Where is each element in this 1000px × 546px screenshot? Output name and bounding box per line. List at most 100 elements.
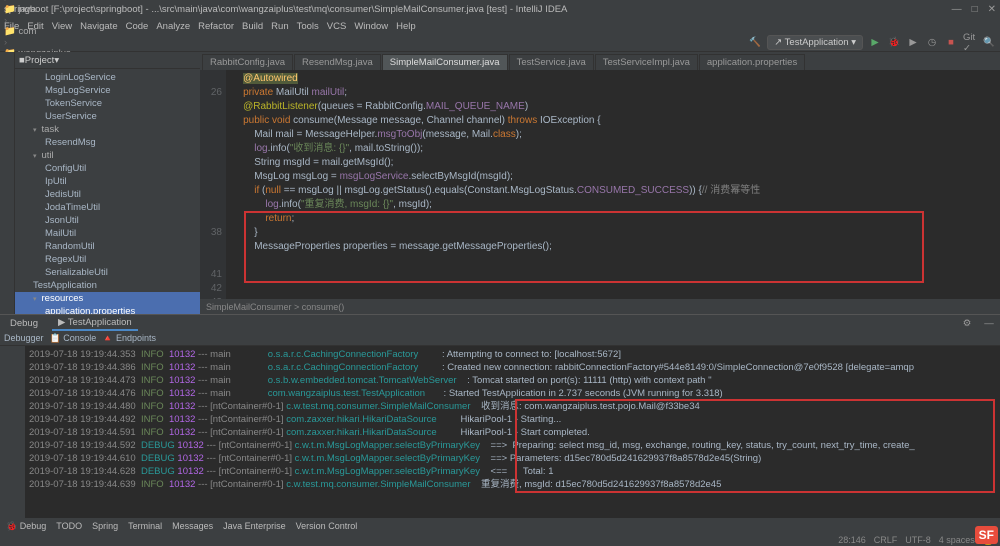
caret-position[interactable]: 28:146 (838, 535, 866, 546)
editor-tab[interactable]: ResendMsg.java (294, 54, 381, 70)
console[interactable]: 2019-07-18 19:19:44.353 INFO 10132 --- m… (0, 346, 1000, 529)
settings-icon[interactable]: ⚙ (960, 316, 974, 330)
code-line[interactable]: @Autowired (232, 72, 1000, 86)
tree-node[interactable]: RegexUtil (15, 253, 200, 266)
editor-tab[interactable]: TestService.java (509, 54, 594, 70)
tree-node[interactable]: TokenService (15, 97, 200, 110)
toolwin-java-enterprise[interactable]: Java Enterprise (223, 521, 286, 531)
editor-tab[interactable]: TestServiceImpl.java (595, 54, 698, 70)
editor-tab[interactable]: application.properties (699, 54, 805, 70)
menu-analyze[interactable]: Analyze (156, 21, 190, 32)
minimize-icon[interactable]: — (952, 4, 962, 15)
code-line[interactable]: public void consume(Message message, Cha… (232, 114, 1000, 128)
code-line[interactable]: Mail mail = MessageHelper.msgToObj(messa… (232, 128, 1000, 142)
bottom-panel: Debug ▶ TestApplication ⚙ — Debugger 📋 C… (0, 314, 1000, 529)
profiler-icon[interactable]: ◷ (925, 36, 939, 50)
toolwin-messages[interactable]: Messages (172, 521, 213, 531)
file-encoding[interactable]: UTF-8 (905, 535, 931, 546)
window-title: springboot [F:\project\springboot] - ...… (4, 4, 952, 15)
toolwin-spring[interactable]: Spring (92, 521, 118, 531)
project-panel-header[interactable]: ■ Project ▾ (15, 52, 200, 69)
left-tool-strip (0, 52, 15, 314)
coverage-icon[interactable]: ▶ (906, 36, 920, 50)
line-ending[interactable]: CRLF (874, 535, 898, 546)
close-icon[interactable]: ✕ (988, 4, 996, 15)
log-line: 2019-07-18 19:19:44.473 INFO 10132 --- m… (29, 374, 996, 387)
menu-vcs[interactable]: VCS (327, 21, 347, 32)
console-gutter (0, 346, 25, 529)
menu-code[interactable]: Code (126, 21, 149, 32)
tree-node[interactable]: IpUtil (15, 175, 200, 188)
editor-tab[interactable]: RabbitConfig.java (202, 54, 293, 70)
console-lines[interactable]: 2019-07-18 19:19:44.353 INFO 10132 --- m… (25, 346, 1000, 529)
code-line[interactable]: log.info("重复消费, msgId: {}", msgId); (232, 198, 1000, 212)
indent-setting[interactable]: 4 spaces (939, 535, 975, 546)
tree-node[interactable]: RandomUtil (15, 240, 200, 253)
tab-console[interactable]: 📋 Console (50, 333, 97, 344)
tree-node[interactable]: JsonUtil (15, 214, 200, 227)
project-tree[interactable]: LoginLogServiceMsgLogServiceTokenService… (15, 69, 200, 314)
tree-node[interactable]: ConfigUtil (15, 162, 200, 175)
tool-window-bar: 🐞 Debug TODO Spring Terminal Messages Java En… (0, 518, 1000, 534)
tree-node[interactable]: TestApplication (15, 279, 200, 292)
crumb-item[interactable]: 📁 com (4, 26, 109, 37)
menu-refactor[interactable]: Refactor (198, 21, 234, 32)
crumb-item[interactable]: 📁 java (4, 4, 109, 15)
stop-icon[interactable]: ■ (944, 36, 958, 50)
code-area[interactable]: 26 38 414243 @Autowired private MailUtil… (200, 70, 1000, 299)
tree-node[interactable]: task (15, 123, 200, 136)
tab-debug[interactable]: Debug (4, 317, 44, 330)
console-highlight-box (515, 399, 995, 493)
code-line[interactable]: log.info("收到消息: {}", mail.toString()); (232, 142, 1000, 156)
run-config-selector[interactable]: ↗ TestApplication ▾ (767, 35, 863, 50)
git-icon[interactable]: Git ✓ (963, 36, 977, 50)
line-gutter: 26 38 414243 (200, 70, 226, 299)
tree-node[interactable]: SerializableUtil (15, 266, 200, 279)
editor-tabs: RabbitConfig.javaResendMsg.javaSimpleMai… (200, 52, 1000, 70)
status-bar-right: 28:146 CRLF UTF-8 4 spaces 🔓 (0, 534, 1000, 546)
debug-icon[interactable]: 🐞 (887, 36, 901, 50)
code-line[interactable]: MsgLog msgLog = msgLogService.selectByMs… (232, 170, 1000, 184)
tree-node[interactable]: application.properties (15, 305, 200, 314)
tree-node[interactable]: MsgLogService (15, 84, 200, 97)
code-line[interactable]: String msgId = mail.getMsgId(); (232, 156, 1000, 170)
tab-testapplication[interactable]: ▶ TestApplication (52, 316, 138, 331)
menu-window[interactable]: Window (354, 21, 388, 32)
menu-tools[interactable]: Tools (297, 21, 319, 32)
title-bar: springboot [F:\project\springboot] - ...… (0, 0, 1000, 18)
tree-node[interactable]: JodaTimeUtil (15, 201, 200, 214)
code-line[interactable]: if (null == msgLog || msgLog.getStatus()… (232, 184, 1000, 198)
menu-build[interactable]: Build (242, 21, 263, 32)
watermark-badge: SF (975, 526, 998, 544)
menu-run[interactable]: Run (271, 21, 288, 32)
hammer-icon[interactable]: 🔨 (748, 36, 762, 50)
maximize-icon[interactable]: □ (972, 4, 978, 15)
log-line: 2019-07-18 19:19:44.353 INFO 10132 --- m… (29, 348, 996, 361)
tree-node[interactable]: UserService (15, 110, 200, 123)
code-lines[interactable]: @Autowired private MailUtil mailUtil; @R… (226, 70, 1000, 299)
tree-node[interactable]: resources (15, 292, 200, 305)
hide-icon[interactable]: — (982, 316, 996, 330)
toolwin-debug[interactable]: 🐞 Debug (6, 521, 46, 532)
code-line[interactable]: private MailUtil mailUtil; (232, 86, 1000, 100)
menu-bar: FileEditViewNavigateCodeAnalyzeRefactorB… (0, 18, 1000, 34)
toolwin-todo[interactable]: TODO (56, 521, 82, 531)
structure-breadcrumb[interactable]: SimpleMailConsumer > consume() (200, 299, 1000, 314)
run-icon[interactable]: ▶ (868, 36, 882, 50)
editor-tab[interactable]: SimpleMailConsumer.java (382, 54, 508, 70)
menu-help[interactable]: Help (396, 21, 416, 32)
search-icon[interactable]: 🔍 (982, 36, 996, 50)
toolwin-version-control[interactable]: Version Control (296, 521, 358, 531)
tree-node[interactable]: MailUtil (15, 227, 200, 240)
tree-node[interactable]: util (15, 149, 200, 162)
tree-node[interactable]: ResendMsg (15, 136, 200, 149)
code-line[interactable]: @RabbitListener(queues = RabbitConfig.MA… (232, 100, 1000, 114)
tab-endpoints[interactable]: 🔺 Endpoints (102, 333, 156, 344)
tree-node[interactable]: LoginLogService (15, 71, 200, 84)
tab-debugger[interactable]: Debugger (4, 333, 44, 343)
tree-node[interactable]: JedisUtil (15, 188, 200, 201)
nav-bar: 📁 springboot › 📁 src › 📁 main › 📁 java ›… (0, 34, 1000, 52)
highlight-box (244, 211, 924, 283)
project-panel: ■ Project ▾ LoginLogServiceMsgLogService… (15, 52, 200, 314)
toolwin-terminal[interactable]: Terminal (128, 521, 162, 531)
